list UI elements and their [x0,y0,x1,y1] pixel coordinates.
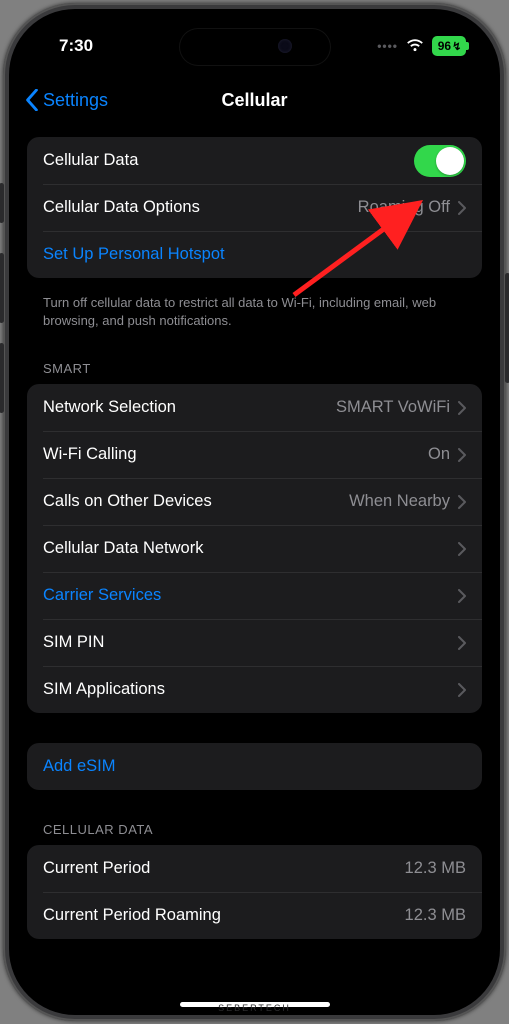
chevron-right-icon [458,636,466,650]
status-dots: •••• [377,39,398,53]
power-button [505,273,509,383]
chevron-right-icon [458,401,466,415]
row-sim-pin[interactable]: SIM PIN [27,619,482,666]
chevron-right-icon [458,448,466,462]
group-smart: Network Selection SMART VoWiFi Wi-Fi Cal… [27,384,482,713]
cellular-data-label: Cellular Data [43,151,414,170]
wifi-icon [406,39,424,53]
row-network-selection[interactable]: Network Selection SMART VoWiFi [27,384,482,431]
row-current-period[interactable]: Current Period 12.3 MB [27,845,482,892]
watermark: SEBERTECH [218,1003,291,1013]
row-personal-hotspot[interactable]: Set Up Personal Hotspot [27,231,482,278]
status-time: 7:30 [59,36,93,56]
group-cellular: Cellular Data Cellular Data Options Roam… [27,137,482,278]
cellular-options-value: Roaming Off [358,198,450,217]
back-button[interactable]: Settings [25,89,108,111]
hotspot-label: Set Up Personal Hotspot [43,245,466,264]
chevron-right-icon [458,542,466,556]
row-sim-applications[interactable]: SIM Applications [27,666,482,713]
row-add-esim[interactable]: Add eSIM [27,743,482,790]
chevron-right-icon [458,201,466,215]
row-current-period-roaming[interactable]: Current Period Roaming 12.3 MB [27,892,482,939]
row-cellular-data-network[interactable]: Cellular Data Network [27,525,482,572]
phone-frame: 7:30 •••• 96↯ Settings Cellular [3,3,506,1021]
row-cellular-data[interactable]: Cellular Data [27,137,482,184]
screen: 7:30 •••• 96↯ Settings Cellular [9,9,500,1015]
cellular-data-toggle[interactable] [414,145,466,177]
chevron-right-icon [458,683,466,697]
nav-bar: Settings Cellular [9,77,500,123]
row-calls-other-devices[interactable]: Calls on Other Devices When Nearby [27,478,482,525]
dynamic-island [180,29,330,65]
charging-icon: ↯ [452,40,461,53]
row-wifi-calling[interactable]: Wi-Fi Calling On [27,431,482,478]
side-button [0,183,4,223]
volume-down-button [0,343,4,413]
volume-up-button [0,253,4,323]
group-cellular-data-usage: Current Period 12.3 MB Current Period Ro… [27,845,482,939]
section-header-cellular-data: CELLULAR DATA [27,812,482,845]
group-cellular-footer: Turn off cellular data to restrict all d… [27,288,482,351]
battery-indicator: 96↯ [432,36,466,56]
row-cellular-options[interactable]: Cellular Data Options Roaming Off [27,184,482,231]
section-header-smart: SMART [27,351,482,384]
chevron-left-icon [25,89,39,111]
row-carrier-services[interactable]: Carrier Services [27,572,482,619]
chevron-right-icon [458,495,466,509]
cellular-options-label: Cellular Data Options [43,198,358,217]
group-esim: Add eSIM [27,743,482,790]
back-label: Settings [43,90,108,111]
chevron-right-icon [458,589,466,603]
